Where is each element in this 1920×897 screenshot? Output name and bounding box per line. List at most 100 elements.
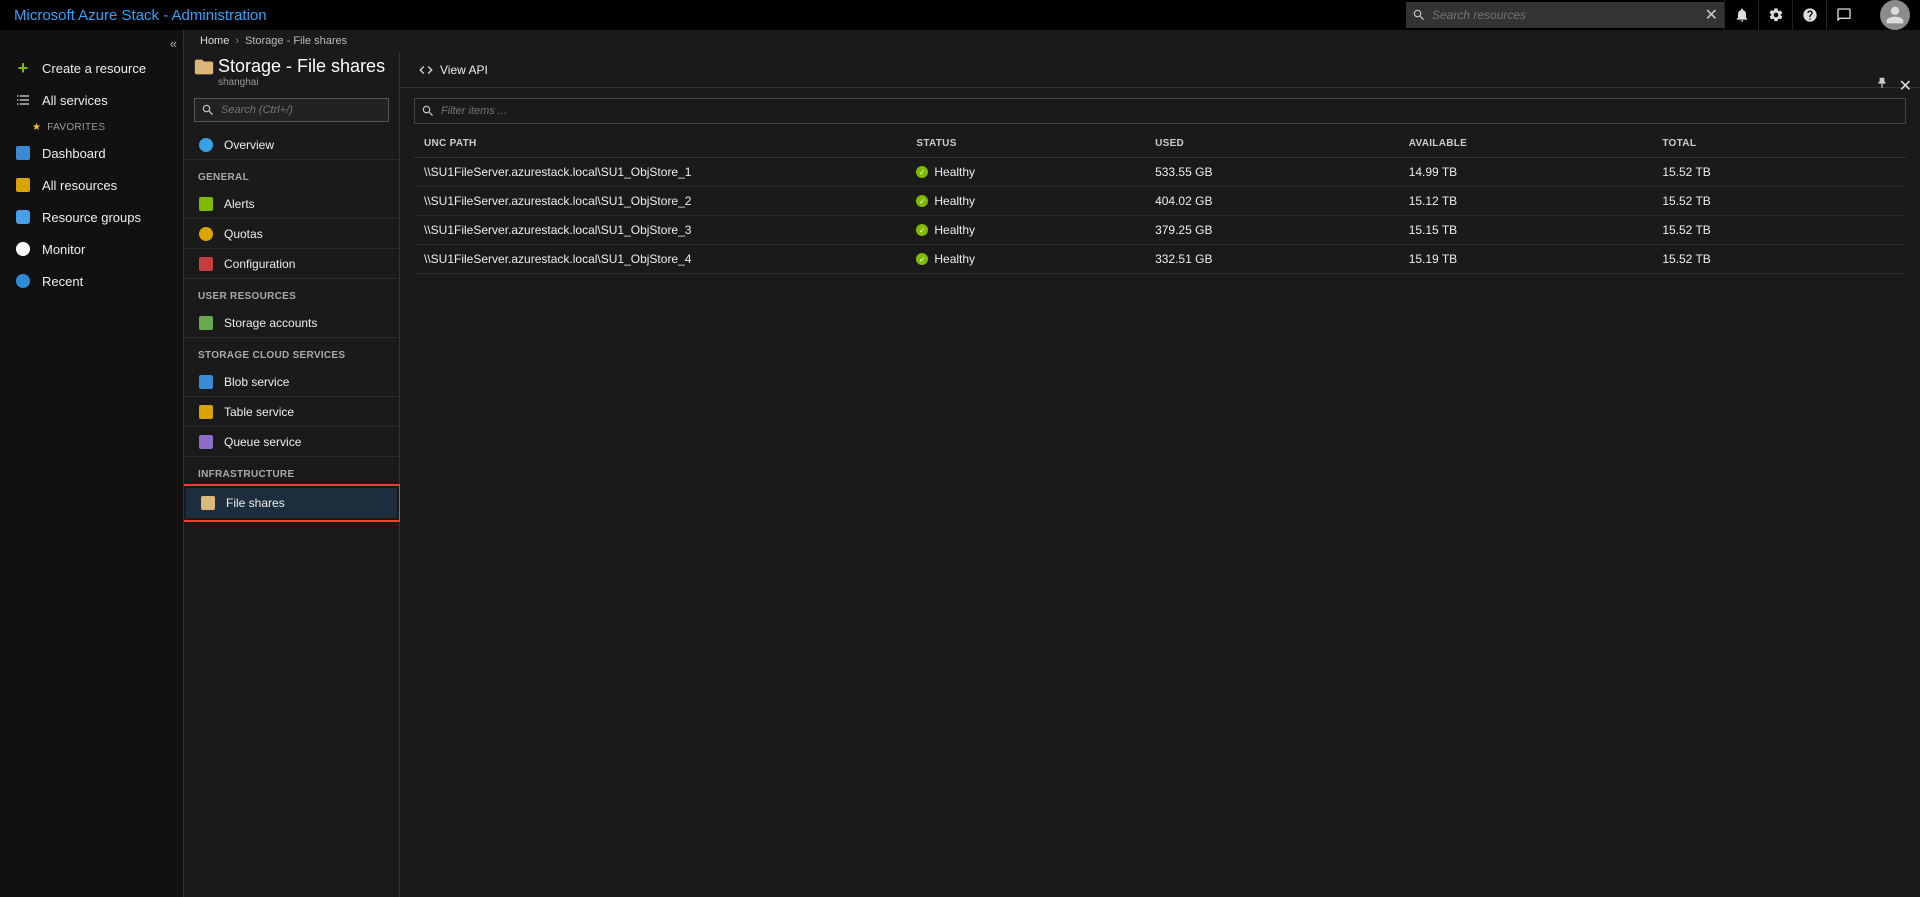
col-status[interactable]: STATUS bbox=[906, 130, 1145, 158]
cell-available: 14.99 TB bbox=[1399, 158, 1653, 187]
user-avatar[interactable] bbox=[1880, 0, 1910, 30]
cell-total: 15.52 TB bbox=[1652, 245, 1906, 274]
breadcrumb: Home › Storage - File shares bbox=[184, 30, 1920, 52]
table-row[interactable]: \\SU1FileServer.azurestack.local\SU1_Obj… bbox=[414, 187, 1906, 216]
main-content: ✕ View API UNC bbox=[400, 52, 1920, 897]
nav-monitor[interactable]: Monitor bbox=[0, 233, 183, 265]
all-services[interactable]: All services bbox=[0, 84, 183, 116]
nav-all-resources[interactable]: All resources bbox=[0, 169, 183, 201]
search-icon bbox=[421, 104, 435, 118]
cell-status: Healthy bbox=[906, 187, 1145, 216]
nav-dashboard[interactable]: Dashboard bbox=[0, 137, 183, 169]
close-icon[interactable]: ✕ bbox=[1899, 76, 1912, 96]
queue-icon bbox=[198, 434, 214, 450]
file-shares-icon bbox=[200, 495, 216, 511]
global-search-input[interactable] bbox=[1426, 8, 1705, 22]
help-button[interactable] bbox=[1792, 0, 1826, 30]
collapse-nav-icon[interactable]: « bbox=[170, 36, 177, 51]
breadcrumb-home[interactable]: Home bbox=[200, 35, 229, 47]
menu-storage-accounts[interactable]: Storage accounts bbox=[184, 308, 399, 338]
command-bar: View API bbox=[400, 52, 1920, 88]
group-cloud-services: STORAGE CLOUD SERVICES bbox=[184, 338, 399, 367]
search-icon bbox=[201, 103, 215, 117]
cell-status: Healthy bbox=[906, 245, 1145, 274]
table-row[interactable]: \\SU1FileServer.azurestack.local\SU1_Obj… bbox=[414, 245, 1906, 274]
cell-total: 15.52 TB bbox=[1652, 187, 1906, 216]
menu-quotas[interactable]: Quotas bbox=[184, 219, 399, 249]
code-icon bbox=[418, 62, 434, 78]
healthy-icon bbox=[916, 195, 928, 207]
blade-subtitle: shanghai bbox=[218, 77, 385, 88]
cell-unc: \\SU1FileServer.azurestack.local\SU1_Obj… bbox=[414, 187, 906, 216]
left-nav: « + Create a resource All services ★FAVO… bbox=[0, 30, 184, 897]
breadcrumb-sep-icon: › bbox=[235, 35, 239, 47]
blob-icon bbox=[198, 374, 214, 390]
menu-overview[interactable]: Overview bbox=[184, 130, 399, 160]
storage-accounts-icon bbox=[198, 315, 214, 331]
filter-box[interactable] bbox=[414, 98, 1906, 124]
cell-available: 15.12 TB bbox=[1399, 187, 1653, 216]
healthy-icon bbox=[916, 224, 928, 236]
pin-icon[interactable] bbox=[1875, 76, 1889, 96]
col-unc[interactable]: UNC PATH bbox=[414, 130, 906, 158]
menu-configuration[interactable]: Configuration bbox=[184, 249, 399, 279]
healthy-icon bbox=[916, 253, 928, 265]
cell-unc: \\SU1FileServer.azurestack.local\SU1_Obj… bbox=[414, 158, 906, 187]
list-icon bbox=[14, 91, 32, 109]
menu-alerts[interactable]: Alerts bbox=[184, 189, 399, 219]
table-row[interactable]: \\SU1FileServer.azurestack.local\SU1_Obj… bbox=[414, 216, 1906, 245]
col-total[interactable]: TOTAL bbox=[1652, 130, 1906, 158]
search-icon bbox=[1412, 8, 1426, 22]
cell-used: 379.25 GB bbox=[1145, 216, 1399, 245]
cell-available: 15.15 TB bbox=[1399, 216, 1653, 245]
cell-unc: \\SU1FileServer.azurestack.local\SU1_Obj… bbox=[414, 216, 906, 245]
blade-menu: Storage - File shares shanghai Overview … bbox=[184, 52, 400, 897]
menu-blob-service[interactable]: Blob service bbox=[184, 367, 399, 397]
favorites-label: ★FAVORITES bbox=[0, 116, 183, 137]
cell-used: 332.51 GB bbox=[1145, 245, 1399, 274]
breadcrumb-current: Storage - File shares bbox=[245, 35, 347, 47]
create-resource[interactable]: + Create a resource bbox=[0, 52, 183, 84]
nav-resource-groups[interactable]: Resource groups bbox=[0, 201, 183, 233]
healthy-icon bbox=[916, 166, 928, 178]
clear-search-icon[interactable]: ✕ bbox=[1705, 5, 1718, 25]
feedback-button[interactable] bbox=[1826, 0, 1860, 30]
menu-queue-service[interactable]: Queue service bbox=[184, 427, 399, 457]
clock-icon bbox=[14, 272, 32, 290]
create-resource-label: Create a resource bbox=[42, 61, 146, 76]
blade-header: Storage - File shares shanghai bbox=[184, 52, 399, 98]
config-icon bbox=[198, 256, 214, 272]
cell-status: Healthy bbox=[906, 158, 1145, 187]
group-user-resources: USER RESOURCES bbox=[184, 279, 399, 308]
col-used[interactable]: USED bbox=[1145, 130, 1399, 158]
blade-search-input[interactable] bbox=[221, 104, 382, 116]
star-icon: ★ bbox=[32, 122, 41, 133]
col-available[interactable]: AVAILABLE bbox=[1399, 130, 1653, 158]
nav-recent[interactable]: Recent bbox=[0, 265, 183, 297]
group-infrastructure: INFRASTRUCTURE bbox=[184, 457, 399, 486]
monitor-icon bbox=[14, 240, 32, 258]
menu-file-shares[interactable]: File shares bbox=[186, 488, 397, 518]
plus-icon: + bbox=[14, 59, 32, 77]
folder-icon bbox=[190, 56, 218, 78]
filter-input[interactable] bbox=[441, 105, 1899, 117]
table-row[interactable]: \\SU1FileServer.azurestack.local\SU1_Obj… bbox=[414, 158, 1906, 187]
alerts-icon bbox=[198, 196, 214, 212]
blade-search[interactable] bbox=[194, 98, 389, 122]
cell-unc: \\SU1FileServer.azurestack.local\SU1_Obj… bbox=[414, 245, 906, 274]
global-search[interactable]: ✕ bbox=[1406, 2, 1724, 28]
highlight-box: File shares bbox=[182, 484, 401, 522]
settings-button[interactable] bbox=[1758, 0, 1792, 30]
table-icon bbox=[198, 404, 214, 420]
dashboard-icon bbox=[14, 144, 32, 162]
file-shares-table: UNC PATH STATUS USED AVAILABLE TOTAL \\S… bbox=[414, 130, 1906, 274]
notifications-button[interactable] bbox=[1724, 0, 1758, 30]
view-api-button[interactable]: View API bbox=[418, 62, 488, 78]
all-services-label: All services bbox=[42, 93, 108, 108]
globe-icon bbox=[198, 137, 214, 153]
resource-groups-icon bbox=[14, 208, 32, 226]
menu-table-service[interactable]: Table service bbox=[184, 397, 399, 427]
portal-title: Microsoft Azure Stack - Administration bbox=[14, 7, 267, 24]
quotas-icon bbox=[198, 226, 214, 242]
cell-total: 15.52 TB bbox=[1652, 158, 1906, 187]
